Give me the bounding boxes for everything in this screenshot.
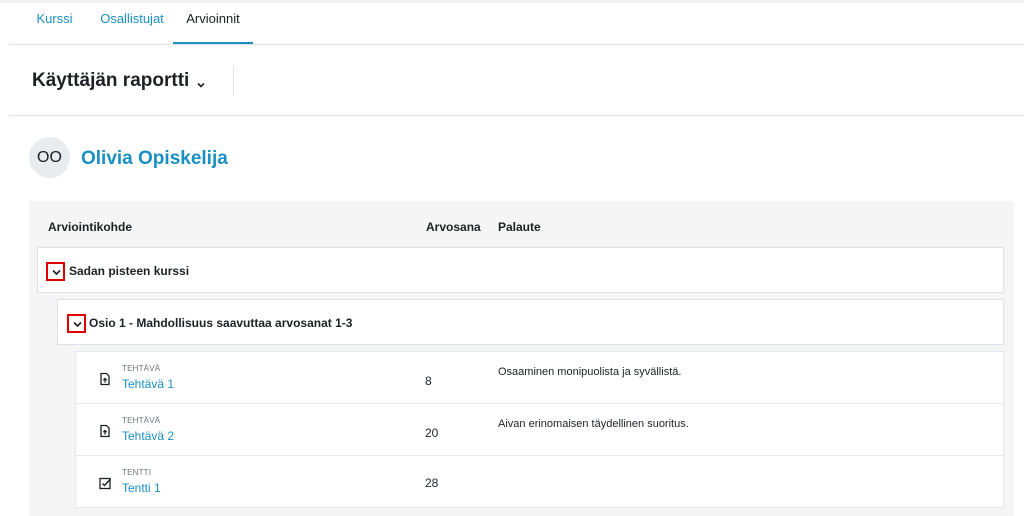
tab-grades[interactable]: Arvioinnit [173,0,253,44]
grade-value: 20 [425,426,439,440]
assignment-icon [98,372,112,386]
item-type-label: TENTTI [122,468,152,477]
category-row: Sadan pisteen kurssi [37,247,1004,293]
collapse-toggle-button[interactable] [67,314,86,333]
grade-item-link[interactable]: Tehtävä 1 [122,377,174,391]
report-selector[interactable]: Käyttäjän raportti [32,70,207,92]
tab-participants[interactable]: Osallistujat [92,0,172,44]
assignment-icon [98,424,112,438]
column-header-feedback: Palaute [498,220,541,234]
item-type-label: TEHTÄVÄ [122,416,161,425]
grade-value: 8 [425,374,432,388]
report-title: Käyttäjän raportti [32,70,190,91]
grade-item-link[interactable]: Tehtävä 2 [122,429,174,443]
category-label: Sadan pisteen kurssi [69,264,190,278]
avatar: OO [29,137,70,178]
grade-value: 28 [425,476,439,490]
feedback-text: Aivan erinomaisen täydellinen suoritus. [498,418,689,430]
quiz-icon [98,476,112,490]
secondary-navigation: Kurssi Osallistujat Arvioinnit [9,0,1024,45]
tab-course[interactable]: Kurssi [32,0,77,44]
collapse-toggle-button[interactable] [46,262,65,281]
user-name-link[interactable]: Olivia Opiskelija [81,148,228,170]
column-header-grade-item: Arviointikohde [48,220,133,234]
report-header: Käyttäjän raportti [9,44,1024,116]
grade-item-link[interactable]: Tentti 1 [122,481,161,495]
category-label: Osio 1 - Mahdollisuus saavuttaa arvosana… [89,316,353,330]
grade-item-row: TENTTI Tentti 1 28 [75,455,1004,508]
header-divider [233,66,234,96]
grade-item-row: TEHTÄVÄ Tehtävä 2 20 Aivan erinomaisen t… [75,403,1004,456]
column-header-grade: Arvosana [426,220,481,234]
category-row: Osio 1 - Mahdollisuus saavuttaa arvosana… [57,299,1004,345]
chevron-down-icon [52,269,61,276]
chevron-down-icon [73,321,82,328]
grade-item-row: TEHTÄVÄ Tehtävä 1 8 Osaaminen monipuolis… [75,351,1004,404]
chevron-down-icon [195,75,207,88]
item-type-label: TEHTÄVÄ [122,364,161,373]
feedback-text: Osaaminen monipuolista ja syvällistä. [498,366,682,378]
